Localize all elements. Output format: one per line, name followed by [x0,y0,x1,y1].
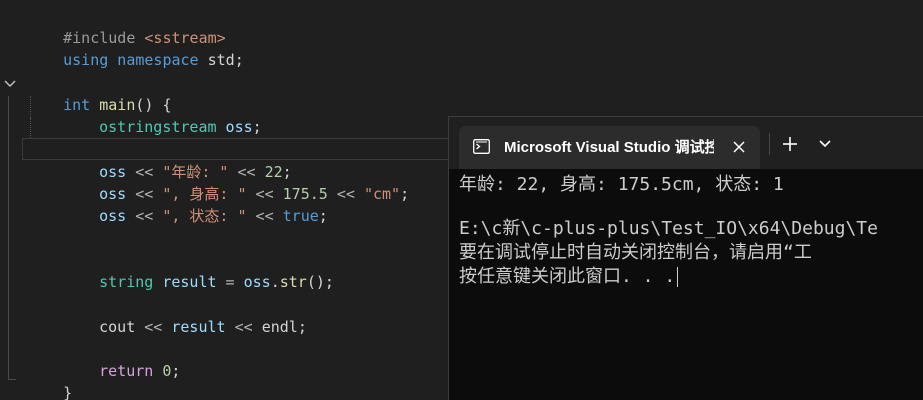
code-line[interactable]: ostringstream oss; [63,94,262,136]
chevron-down-icon[interactable] [815,133,835,153]
closing-brace: } [63,384,73,400]
variable: oss [216,118,253,136]
code-line[interactable]: cout << result << endl; [63,294,307,336]
semicolon: ; [297,318,307,336]
string-literal: ", 状态: " [162,207,247,225]
string-literal: "cm" [363,185,401,203]
keyword: true [282,207,319,225]
terminal-output[interactable]: 年龄: 22, 身高: 175.5cm, 状态: 1 E:\c新\c-plus-… [459,173,923,400]
fold-chevron-down-icon[interactable] [3,77,17,91]
code-line[interactable]: } [27,360,72,400]
identifier: cout [99,318,136,336]
operator: << [126,207,163,225]
semicolon: ; [234,51,244,69]
keyword: return [99,362,154,380]
number-literal: 0 [153,362,172,380]
namespace-name: std [198,51,235,69]
operator: << [327,185,364,203]
output-line: 年龄: 22, 身高: 175.5cm, 状态: 1 [459,174,784,195]
identifier: endl [261,318,298,336]
tab-divider [769,133,770,155]
code-line[interactable]: using namespace std; [27,27,244,69]
variable: oss [243,273,271,291]
output-line: E:\c新\c-plus-plus\Test_IO\x64\Debug\Te [459,218,878,239]
operator: << [246,207,283,225]
code-line[interactable]: oss << ", 身高: " << 175.5 << "cm"; [63,161,409,203]
output-line: 按任意键关闭此窗口. . . [459,265,923,289]
scope-guide [8,96,9,379]
punctuation: . [270,273,280,291]
terminal-app-icon [473,139,490,154]
code-line[interactable]: string result = oss.str(); [63,249,334,291]
output-line-text: 按任意键关闭此窗口. . . [459,266,676,287]
semicolon: ; [171,362,181,380]
keyword: namespace [108,51,199,69]
variable: result [171,318,226,336]
new-tab-plus-icon[interactable] [777,131,803,157]
code-line[interactable]: return 0; [63,338,180,380]
code-line[interactable]: #include <sstream> [27,5,226,47]
keyword: using [63,51,109,69]
type-name: string [99,273,154,291]
type-name: ostringstream [99,118,217,136]
output-line: 要在调试停止时自动关闭控制台，请启用“工 [459,242,812,263]
code-line[interactable]: int main() { [27,72,171,114]
text-cursor [677,267,679,287]
operator: << [225,318,262,336]
semicolon: ; [252,118,262,136]
semicolon: ; [400,185,410,203]
operator: << [135,318,172,336]
function-name: str [279,273,307,291]
terminal-tab-title: Microsoft Visual Studio 调试控 [504,139,714,156]
terminal-tab-bar: Microsoft Visual Studio 调试控 [449,117,923,169]
close-icon[interactable] [731,139,747,155]
code-line[interactable]: oss << "年龄: " << 22; [63,139,292,181]
code-line[interactable]: oss << ", 状态: " << true; [63,183,328,225]
semicolon: ; [318,207,328,225]
operator: = [216,273,244,291]
punctuation: (); [306,273,334,291]
scope-guide-end [8,379,16,380]
terminal-tab[interactable]: Microsoft Visual Studio 调试控 [459,126,760,169]
variable: oss [99,207,127,225]
variable: result [153,273,217,291]
terminal-window[interactable]: Microsoft Visual Studio 调试控 年龄: 22, 身高: … [448,116,923,400]
